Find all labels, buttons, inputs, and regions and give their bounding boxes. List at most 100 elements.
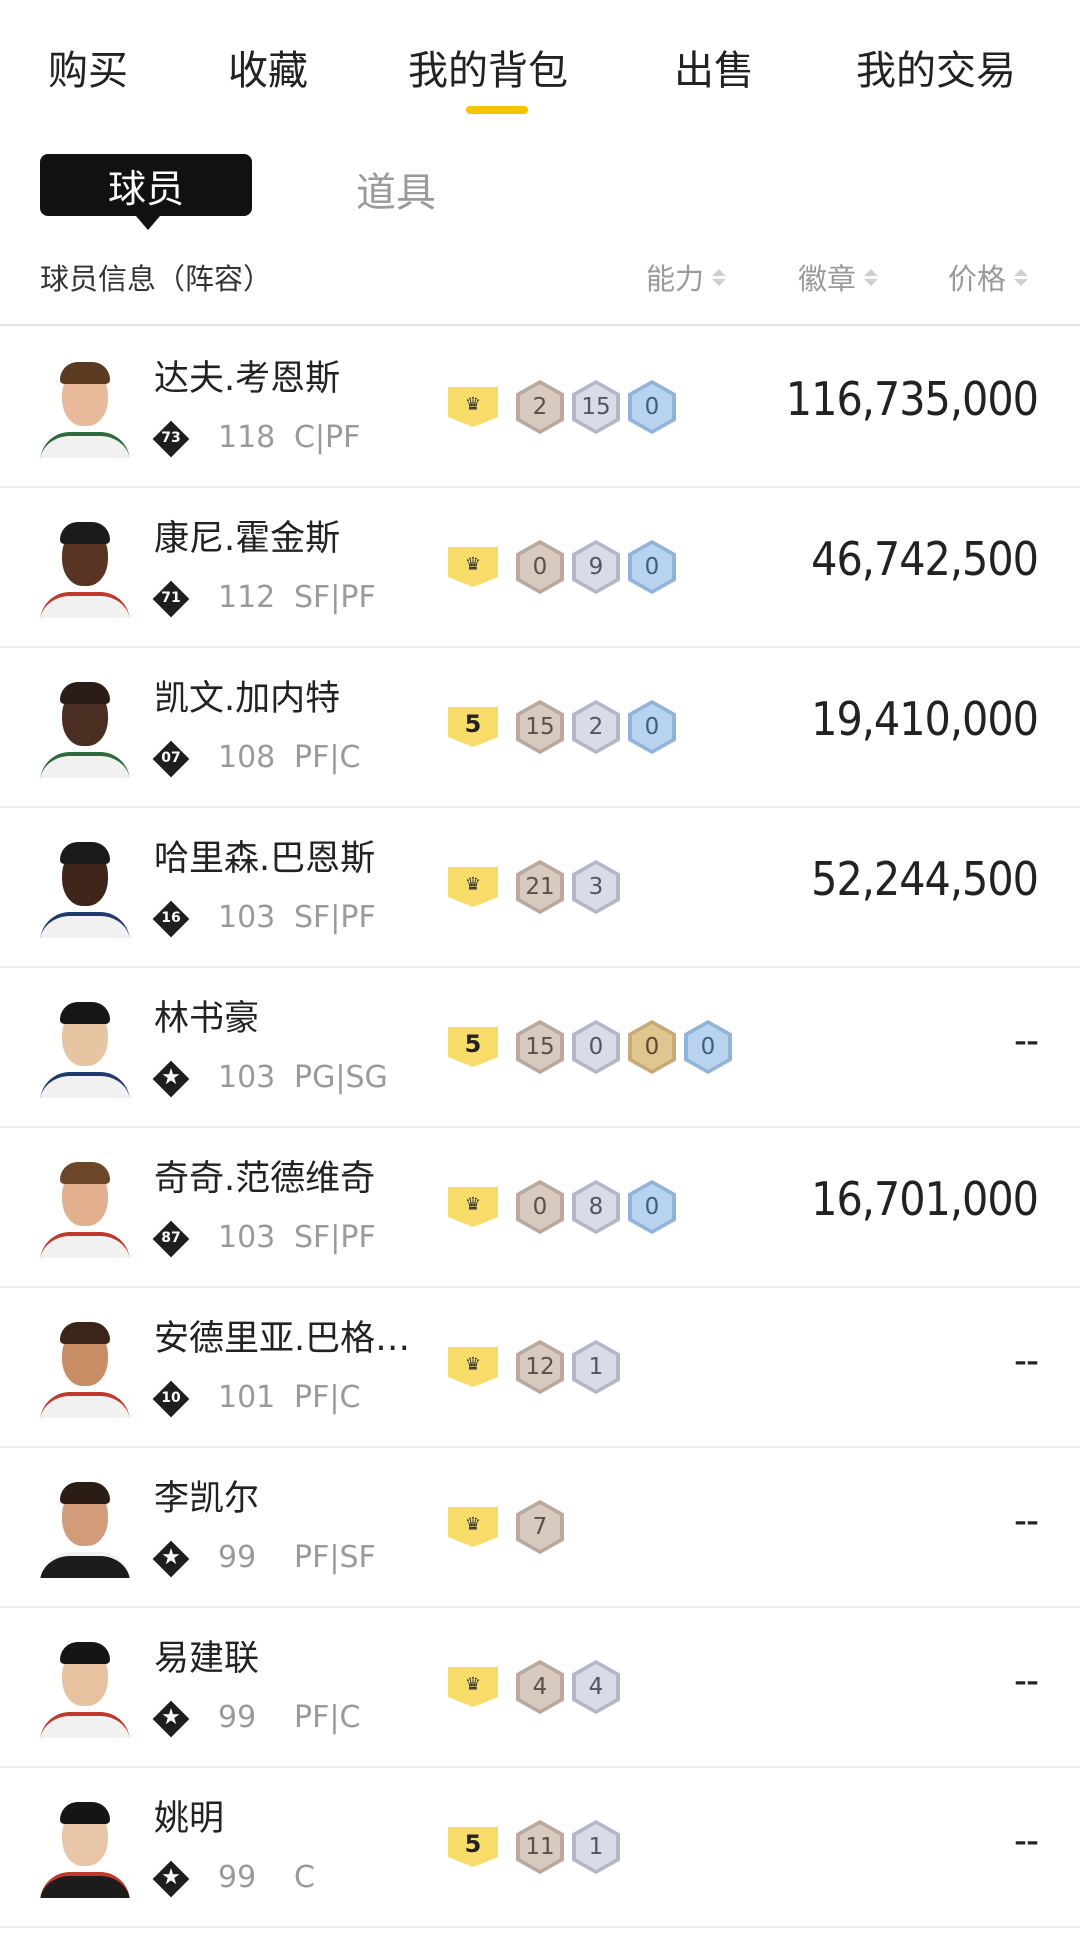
player-name: 林书豪 xyxy=(154,999,260,1039)
price: -- xyxy=(1014,1498,1039,1544)
badge-silver-icon: 4 xyxy=(572,1660,620,1714)
badge-bronze-icon: 15 xyxy=(516,700,564,754)
badge-silver-icon: 2 xyxy=(572,700,620,754)
crown-icon: ♛ xyxy=(448,1347,498,1387)
level-badge: 5 xyxy=(448,1827,498,1867)
badge-count: 0 xyxy=(632,1024,672,1070)
tab-sell[interactable]: 出售 xyxy=(674,38,754,96)
badge-bronze-icon: 15 xyxy=(516,1020,564,1074)
tier-diamond-icon: 10 xyxy=(152,1380,190,1418)
top-nav: 购买 收藏 我的背包 出售 我的交易 xyxy=(0,0,1080,120)
player-name: 凯文.加内特 xyxy=(154,679,341,719)
badge-count: 15 xyxy=(576,384,616,430)
position: PF|C xyxy=(294,1380,361,1415)
tier-label: 71 xyxy=(161,590,181,606)
sort-badges[interactable]: 徽章 xyxy=(798,256,879,298)
player-row[interactable]: 姚明 ★ 99 C 5 11 1 -- xyxy=(0,1768,1080,1928)
crown-icon: ♛ xyxy=(448,1187,498,1227)
subtab-players[interactable]: 球员 xyxy=(40,154,252,230)
subtab-items[interactable]: 道具 xyxy=(356,160,436,218)
badge-silver-icon: 0 xyxy=(572,1020,620,1074)
badge-bronze-icon: 0 xyxy=(516,540,564,594)
sort-ability[interactable]: 能力 xyxy=(646,256,727,298)
overall-rating: 118 xyxy=(218,420,276,455)
tier-diamond-icon: 73 xyxy=(152,420,190,458)
badge-count: 4 xyxy=(520,1664,560,1710)
player-list: 达夫.考恩斯 73 118 C|PF ♛ 2 15 0 116,735,000 康尼… xyxy=(0,328,1080,1928)
avatar-jersey xyxy=(40,1552,130,1578)
position: SF|PF xyxy=(294,900,376,935)
tab-favorites[interactable]: 收藏 xyxy=(228,38,308,96)
badge-count: 0 xyxy=(632,1184,672,1230)
overall-rating: 108 xyxy=(218,740,276,775)
tier-label: 73 xyxy=(161,430,181,446)
tier-diamond-icon: 16 xyxy=(152,900,190,938)
overall-rating: 103 xyxy=(218,1060,276,1095)
badge-count: 2 xyxy=(520,384,560,430)
badge-silver-icon: 1 xyxy=(572,1820,620,1874)
avatar xyxy=(40,1478,130,1578)
player-name: 达夫.考恩斯 xyxy=(154,359,341,399)
tab-my-backpack[interactable]: 我的背包 xyxy=(408,38,568,96)
avatar-jersey xyxy=(40,1232,130,1258)
badge-group: ♛ 12 1 xyxy=(448,1340,620,1394)
avatar-hair xyxy=(60,1802,110,1824)
price: -- xyxy=(1014,1018,1039,1064)
sort-price[interactable]: 价格 xyxy=(948,256,1029,298)
position: C xyxy=(294,1860,315,1895)
badge-silver-icon: 15 xyxy=(572,380,620,434)
badge-count: 11 xyxy=(520,1824,560,1870)
tier-label: 16 xyxy=(161,910,181,926)
badge-bronze-icon: 4 xyxy=(516,1660,564,1714)
active-tab-indicator xyxy=(466,106,528,114)
overall-rating: 112 xyxy=(218,580,276,615)
badge-blue-icon: 0 xyxy=(628,1180,676,1234)
avatar-hair xyxy=(60,1002,110,1024)
player-row[interactable]: 奇奇.范德维奇 87 103 SF|PF ♛ 080 16,701,000 xyxy=(0,1128,1080,1288)
badge-count: 0 xyxy=(632,704,672,750)
badge-group: ♛ 080 xyxy=(448,1180,676,1234)
badge-count: 8 xyxy=(576,1184,616,1230)
tier-label: ★ xyxy=(161,1545,181,1570)
avatar-hair xyxy=(60,1482,110,1504)
player-name: 安德里亚.巴格… xyxy=(154,1319,411,1359)
player-row[interactable]: 易建联 ★ 99 PF|C ♛ 44 -- xyxy=(0,1608,1080,1768)
overall-rating: 99 xyxy=(218,1860,257,1895)
badge-count: 1 xyxy=(576,1344,616,1390)
tab-my-trades[interactable]: 我的交易 xyxy=(856,38,1016,96)
tab-buy[interactable]: 购买 xyxy=(48,38,128,96)
badge-group: 5 11 1 xyxy=(448,1820,620,1874)
player-row[interactable]: 林书豪 ★ 103 PG|SG 5 15 0 0 0 -- xyxy=(0,968,1080,1128)
sort-arrows-icon xyxy=(1014,268,1029,286)
player-row[interactable]: 康尼.霍金斯 71 112 SF|PF ♛ 090 46,742,500 xyxy=(0,488,1080,648)
badge-count: 15 xyxy=(520,704,560,750)
badge-group: 5 15 2 0 xyxy=(448,700,676,754)
badge-bronze-icon: 12 xyxy=(516,1340,564,1394)
player-row[interactable]: 安德里亚.巴格… 10 101 PF|C ♛ 12 1 -- xyxy=(0,1288,1080,1448)
overall-rating: 103 xyxy=(218,1220,276,1255)
position: PF|C xyxy=(294,1700,361,1735)
badge-group: ♛ 2 15 0 xyxy=(448,380,676,434)
badge-silver-icon: 1 xyxy=(572,1340,620,1394)
tier-label: ★ xyxy=(161,1705,181,1730)
tier-label: 87 xyxy=(161,1230,181,1246)
badge-group: ♛ 7 xyxy=(448,1500,564,1554)
badge-blue-icon: 0 xyxy=(628,380,676,434)
player-row[interactable]: 凯文.加内特 07 108 PF|C 5 15 2 0 19,410,000 xyxy=(0,648,1080,808)
crown-icon: ♛ xyxy=(448,1667,498,1707)
sort-ability-label: 能力 xyxy=(646,262,705,296)
tier-diamond-icon: 87 xyxy=(152,1220,190,1258)
level-badge: 5 xyxy=(448,1027,498,1067)
player-row[interactable]: 哈里森.巴恩斯 16 103 SF|PF ♛ 21 3 52,244,500 xyxy=(0,808,1080,968)
overall-rating: 103 xyxy=(218,900,276,935)
player-row[interactable]: 达夫.考恩斯 73 118 C|PF ♛ 2 15 0 116,735,000 xyxy=(0,328,1080,488)
price: -- xyxy=(1014,1658,1039,1704)
avatar-jersey xyxy=(40,592,130,618)
avatar-jersey xyxy=(40,432,130,458)
badge-bronze-icon: 21 xyxy=(516,860,564,914)
price: -- xyxy=(1014,1818,1039,1864)
badge-group: ♛ 44 xyxy=(448,1660,620,1714)
badge-count: 0 xyxy=(520,1184,560,1230)
badge-count: 9 xyxy=(576,544,616,590)
player-row[interactable]: 李凯尔 ★ 99 PF|SF ♛ 7 -- xyxy=(0,1448,1080,1608)
